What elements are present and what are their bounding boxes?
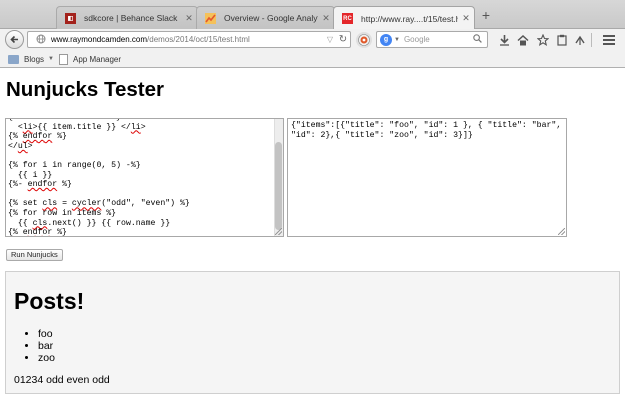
list-item: bar	[38, 340, 55, 352]
folder-icon	[8, 54, 19, 64]
tab-test-html[interactable]: RC http://www.ray....t/15/test.html ✕	[333, 6, 475, 30]
search-icon[interactable]	[473, 34, 487, 45]
navigation-bar: www.raymondcamden.com/demos/2014/oct/15/…	[0, 29, 625, 50]
page-title: Nunjucks Tester	[6, 78, 164, 101]
result-panel: Posts! foo bar zoo 01234 odd even odd	[5, 271, 620, 394]
list-item: foo	[38, 328, 55, 340]
bookmarks-bar: Blogs ▼ App Manager	[0, 50, 625, 68]
json-data-textarea[interactable]: {"items":[{"title": "foo", "id": 1 }, { …	[287, 118, 567, 237]
url-bar[interactable]: www.raymondcamden.com/demos/2014/oct/15/…	[27, 31, 351, 48]
tab-google-analytics[interactable]: Overview - Google Analytics ✕	[196, 6, 335, 29]
back-arrow-icon	[10, 35, 18, 44]
new-tab-button[interactable]: +	[479, 8, 493, 22]
bookmark-label: Blogs	[24, 54, 45, 64]
back-button[interactable]	[5, 30, 24, 49]
template-textarea[interactable]: {% for item in items %} <li>{{ item.titl…	[5, 118, 284, 237]
tab-label: Overview - Google Analytics	[224, 13, 318, 23]
analytics-icon	[205, 12, 216, 24]
list-item: zoo	[38, 352, 55, 364]
close-tab-icon[interactable]: ✕	[458, 13, 474, 24]
resize-grip-icon[interactable]	[558, 228, 565, 235]
result-text: 01234 odd even odd	[14, 374, 110, 386]
download-icon[interactable]	[497, 33, 511, 47]
url-history-dropdown-icon[interactable]: ▽	[324, 35, 336, 44]
tab-behance-slack[interactable]: ◧ sdkcore | Behance Slack ✕	[56, 6, 198, 29]
tab-label: http://www.ray....t/15/test.html	[361, 13, 458, 24]
ghostery-icon[interactable]	[356, 32, 372, 48]
reload-icon[interactable]: ↻	[336, 34, 350, 45]
toolbar-separator	[591, 33, 592, 47]
result-list: foo bar zoo	[38, 328, 55, 364]
bookmark-blogs[interactable]: Blogs ▼	[8, 53, 54, 65]
tab-label: sdkcore | Behance Slack	[84, 13, 178, 23]
clipboard-icon[interactable]	[555, 33, 569, 47]
result-heading: Posts!	[14, 288, 85, 314]
page-icon	[59, 53, 68, 65]
json-data-text[interactable]: {"items":[{"title": "foo", "id": 1 }, { …	[291, 121, 563, 140]
url-text[interactable]: www.raymondcamden.com/demos/2014/oct/15/…	[51, 35, 324, 44]
rc-icon: RC	[342, 13, 353, 24]
url-path: /demos/2014/oct/15/test.html	[147, 35, 250, 44]
home-icon[interactable]	[516, 33, 530, 47]
g-icon: g	[380, 33, 392, 46]
template-code[interactable]: {% for item in items %} <li>{{ item.titl…	[8, 119, 190, 236]
close-tab-icon[interactable]: ✕	[318, 13, 334, 24]
scrollbar-thumb[interactable]	[275, 142, 282, 230]
chevron-down-icon: ▼	[48, 56, 54, 62]
tab-strip: ◧ sdkcore | Behance Slack ✕ Overview - G…	[0, 0, 625, 30]
run-nunjucks-button[interactable]: Run Nunjucks	[6, 249, 63, 261]
search-bar[interactable]: g ▼ Google	[376, 31, 488, 48]
bookmark-star-icon[interactable]	[536, 33, 550, 47]
page-actions-icon[interactable]	[573, 33, 587, 47]
bookmark-label: App Manager	[73, 54, 122, 64]
resize-grip-icon[interactable]	[275, 228, 282, 235]
bookmark-app-manager[interactable]: App Manager	[59, 53, 121, 65]
url-domain: www.raymondcamden.com	[51, 35, 148, 44]
search-input[interactable]: Google	[404, 35, 473, 44]
search-engine-dropdown-icon[interactable]: ▼	[394, 37, 400, 43]
behance-icon: ◧	[65, 12, 76, 24]
close-tab-icon[interactable]: ✕	[181, 13, 197, 24]
menu-icon[interactable]	[602, 33, 616, 47]
globe-icon	[36, 34, 48, 46]
